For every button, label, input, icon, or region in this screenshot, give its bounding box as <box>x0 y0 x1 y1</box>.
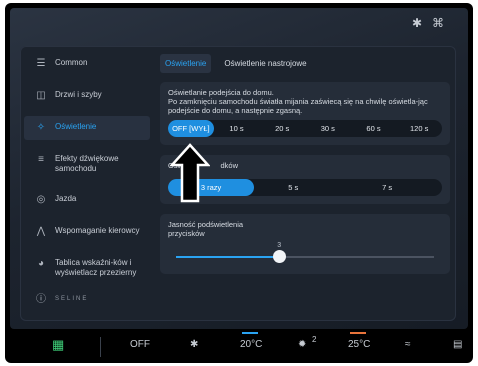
temp-left-indicator <box>242 332 258 334</box>
approach-description: Po zamknięciu samochodu światła mijania … <box>168 97 428 115</box>
settings-panel: ☰ Common ◫ Drzwi i szyby ✧ Oświetlenie ≡… <box>20 46 456 321</box>
seat-heat-icon[interactable]: ✱ <box>190 339 198 350</box>
fan-icon[interactable]: ✹ <box>298 339 306 350</box>
ambient-light-icon: ✧ <box>36 122 46 133</box>
sidebar-item-lighting[interactable]: ✧ Oświetlenie <box>24 116 150 140</box>
steering-wheel-icon: ◎ <box>36 194 46 205</box>
equalizer-icon: ≡ <box>38 154 44 165</box>
defrost-rear-icon[interactable]: ▤ <box>453 339 462 350</box>
brightness-label: Jasność podświetlenia przycisków <box>168 220 244 238</box>
sidebar-item-about[interactable]: ⓘ SELINE <box>24 288 150 312</box>
sidebar-item-driving[interactable]: ◎ Jazda <box>24 188 150 212</box>
divider <box>100 337 101 357</box>
gauge-icon: ◕ <box>37 258 45 269</box>
status-bar: ✱ ⌘ <box>412 16 444 30</box>
temp-right-indicator <box>350 332 366 334</box>
sidebar-item-label: Tablica wskaźni-ków i wyświetlacz przezi… <box>55 258 137 277</box>
approach-lighting-card: Oświetlanie podejścia do domu. Po zamkni… <box>160 82 450 145</box>
tab-bar: Oświetlenie Oświetlenie nastrojowe <box>160 52 450 74</box>
brand-logo: SELINE <box>55 296 89 302</box>
climate-off-button[interactable]: OFF <box>130 339 150 350</box>
slider-fill <box>176 256 280 258</box>
info-icon: ⓘ <box>36 294 46 305</box>
bluetooth-icon: ✱ <box>411 16 422 30</box>
temp-right[interactable]: 25°C <box>348 339 370 350</box>
driver-assist-icon: ⋀ <box>36 226 46 237</box>
approach-duration-selector[interactable]: OFF [WYŁ] 10 s 20 s 30 s 60 s 120 s <box>168 120 442 137</box>
sidebar-item-label: Efekty dźwiękowe samochodu <box>55 154 119 173</box>
apps-grid-icon[interactable]: ▦ <box>52 337 64 353</box>
display: ✱ ⌘ ☰ Common ◫ Drzwi i szyby ✧ Oświetlen… <box>10 8 468 329</box>
car-door-icon: ◫ <box>36 90 46 101</box>
option-30s[interactable]: 30 s <box>305 124 351 133</box>
sidebar-item-label: Drzwi i szyby <box>55 90 102 99</box>
fan-level: 2 <box>312 335 317 344</box>
sidebar-item-label: Common <box>55 58 88 67</box>
option-10s[interactable]: 10 s <box>214 124 260 133</box>
slider-value: 3 <box>277 242 282 249</box>
sidebar-item-label: Oświetlenie <box>55 122 97 131</box>
defrost-front-icon[interactable]: ≈ <box>405 339 411 350</box>
sidebar-item-doors-windows[interactable]: ◫ Drzwi i szyby <box>24 84 150 108</box>
device-screen: ✱ ⌘ ☰ Common ◫ Drzwi i szyby ✧ Oświetlen… <box>5 3 473 363</box>
option-off[interactable]: OFF [WYŁ] <box>168 120 214 137</box>
approach-title: Oświetlanie podejścia do domu. <box>168 88 274 97</box>
temp-left[interactable]: 20°C <box>240 339 262 350</box>
brightness-card: Jasność podświetlenia przycisków 3 <box>160 214 450 274</box>
layers-icon: ☰ <box>36 58 46 69</box>
option-120s[interactable]: 120 s <box>396 124 442 133</box>
option-7s[interactable]: 7 s <box>332 183 442 192</box>
sidebar-item-cluster-hud[interactable]: ◕ Tablica wskaźni-ków i wyświetlacz prze… <box>24 252 150 284</box>
tab-ambient-lighting[interactable]: Oświetlenie nastrojowe <box>219 54 311 73</box>
sidebar-item-common[interactable]: ☰ Common <box>24 52 150 76</box>
sidebar-item-label: Jazda <box>55 194 77 203</box>
climate-taskbar: ▦ OFF ✱ 20°C ✹ 2 25°C ≈ ▤ <box>10 331 468 363</box>
sidebar: ☰ Common ◫ Drzwi i szyby ✧ Oświetlenie ≡… <box>24 52 150 320</box>
brightness-slider[interactable]: 3 <box>168 242 442 266</box>
slider-knob[interactable] <box>273 250 287 263</box>
option-20s[interactable]: 20 s <box>259 124 305 133</box>
sidebar-item-sound-effects[interactable]: ≡ Efekty dźwiękowe samochodu <box>24 148 150 180</box>
tab-lighting[interactable]: Oświetlenie <box>160 53 212 73</box>
wifi-icon: ⌘ <box>432 16 444 30</box>
sidebar-item-label: Wspomaganie kierowcy <box>55 226 140 235</box>
option-5s[interactable]: 5 s <box>254 183 332 192</box>
option-60s[interactable]: 60 s <box>351 124 397 133</box>
blinker-title-right: dków <box>220 161 238 170</box>
sidebar-item-driver-assist[interactable]: ⋀ Wspomaganie kierowcy <box>24 220 150 244</box>
annotation-arrow <box>170 143 210 203</box>
